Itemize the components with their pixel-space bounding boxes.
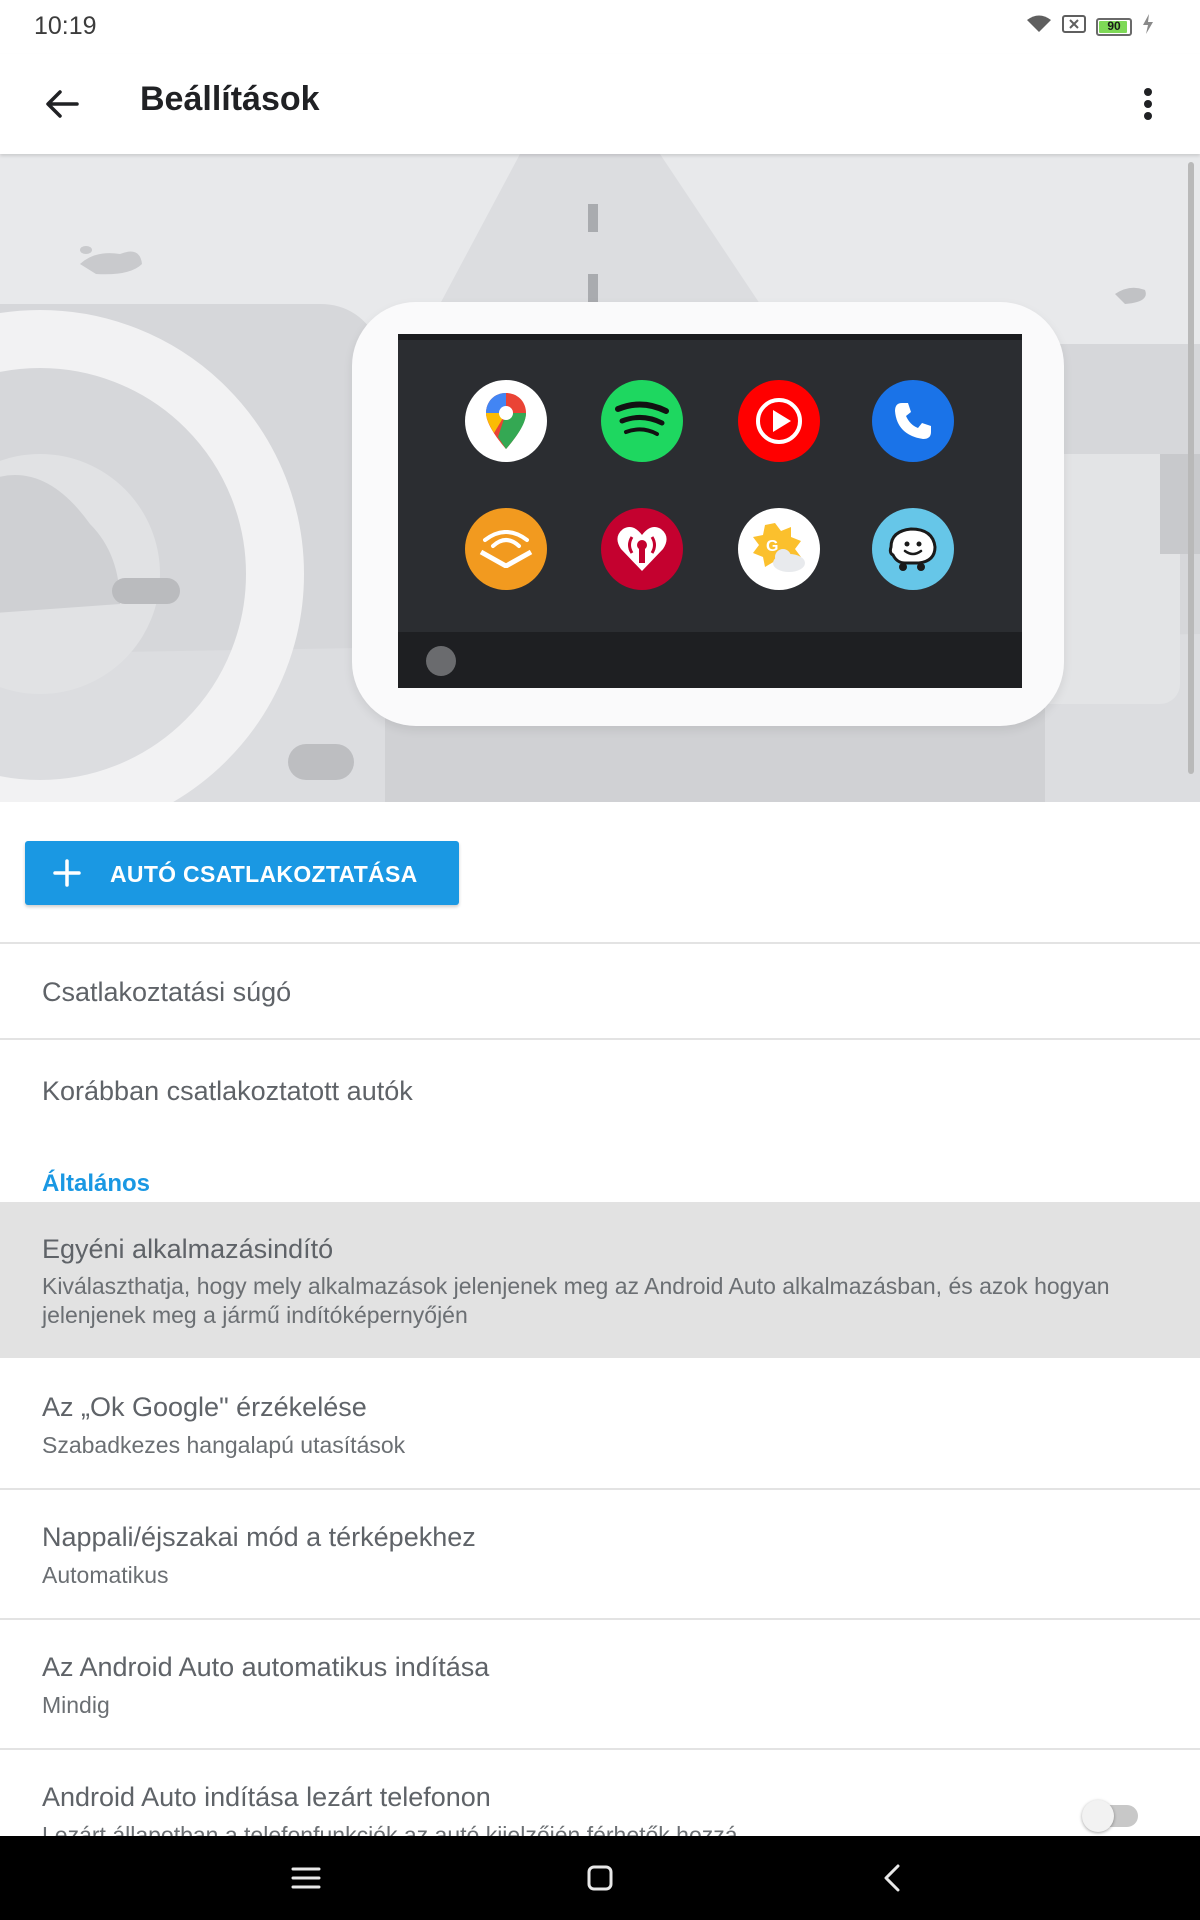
home-icon [587,1865,613,1891]
charging-icon [1142,14,1154,39]
scrollbar[interactable] [1188,162,1194,774]
status-time: 10:19 [34,12,97,40]
list-item-ok-google[interactable]: Az „Ok Google" érzékelése Szabadkezes ha… [0,1358,1200,1488]
weather-icon: G [738,508,820,590]
battery-level: 90 [1107,18,1121,33]
ok-google-title: Az „Ok Google" érzékelése [42,1392,367,1422]
section-header-general: Általános [42,1170,151,1197]
launcher-dot-icon [426,646,456,676]
locked-start-toggle[interactable] [1082,1796,1140,1832]
youtube-music-icon [738,380,820,462]
home-button[interactable] [576,1854,624,1902]
spotify-icon [601,380,683,462]
list-item-locked-start[interactable]: Android Auto indítása lezárt telefonon L… [0,1750,1200,1836]
status-bar: 10:19 90 [0,0,1200,54]
hero-illustration: G [0,154,1200,802]
plus-icon [53,859,81,887]
page-title: Beállítások [140,80,320,118]
waze-icon [872,508,954,590]
ok-google-subtitle: Szabadkezes hangalapú utasítások [42,1432,406,1458]
back-arrow-icon [46,90,79,118]
menu-icon [291,1867,321,1889]
head-unit-frame: G [352,302,1064,726]
auto-start-title: Az Android Auto automatikus indítása [42,1652,490,1682]
auto-start-subtitle: Mindig [42,1692,110,1718]
more-vert-icon [1144,88,1152,120]
head-unit-screen: G [398,334,1022,688]
battery-icon: 90 [1096,17,1132,36]
connect-car-button[interactable]: AUTÓ CSATLAKOZTATÁSA [25,841,459,905]
recents-button[interactable] [282,1854,330,1902]
locked-start-title: Android Auto indítása lezárt telefonon [42,1782,491,1812]
maps-icon [465,380,547,462]
custom-launcher-subtitle: Kiválaszthatja, hogy mely alkalmazások j… [42,1273,1110,1328]
wifi-icon [1026,14,1052,39]
system-back-button[interactable] [868,1854,916,1902]
list-item-custom-launcher[interactable]: Egyéni alkalmazásindító Kiválaszthatja, … [0,1202,1200,1358]
no-sim-icon [1062,14,1086,39]
list-item-previous-cars[interactable]: Korábban csatlakoztatott autók [0,1040,1200,1136]
connect-car-label: AUTÓ CSATLAKOZTATÁSA [110,861,418,887]
app-grid: G [398,334,1022,632]
phone-icon [872,380,954,462]
iheartradio-icon [601,508,683,590]
status-icons: 90 [1026,14,1154,39]
list-item-connection-help[interactable]: Csatlakoztatási súgó [0,944,1200,1038]
head-unit-rail [398,632,1022,688]
previous-cars-title: Korábban csatlakoztatott autók [42,1076,413,1106]
connection-help-title: Csatlakoztatási súgó [42,977,292,1007]
day-night-title: Nappali/éjszakai mód a térképekhez [42,1522,476,1552]
custom-launcher-title: Egyéni alkalmazásindító [42,1234,334,1264]
navigation-bar [0,1836,1200,1920]
locked-start-subtitle: Lezárt állapotban a telefonfunkciók az a… [42,1822,738,1836]
day-night-subtitle: Automatikus [42,1562,169,1588]
back-button[interactable] [38,80,86,128]
app-bar: Beállítások [0,54,1200,154]
list-item-auto-start[interactable]: Az Android Auto automatikus indítása Min… [0,1620,1200,1748]
more-options-button[interactable] [1124,80,1172,128]
list-item-day-night-mode[interactable]: Nappali/éjszakai mód a térképekhez Autom… [0,1490,1200,1618]
audible-icon [465,508,547,590]
back-icon [884,1864,900,1892]
